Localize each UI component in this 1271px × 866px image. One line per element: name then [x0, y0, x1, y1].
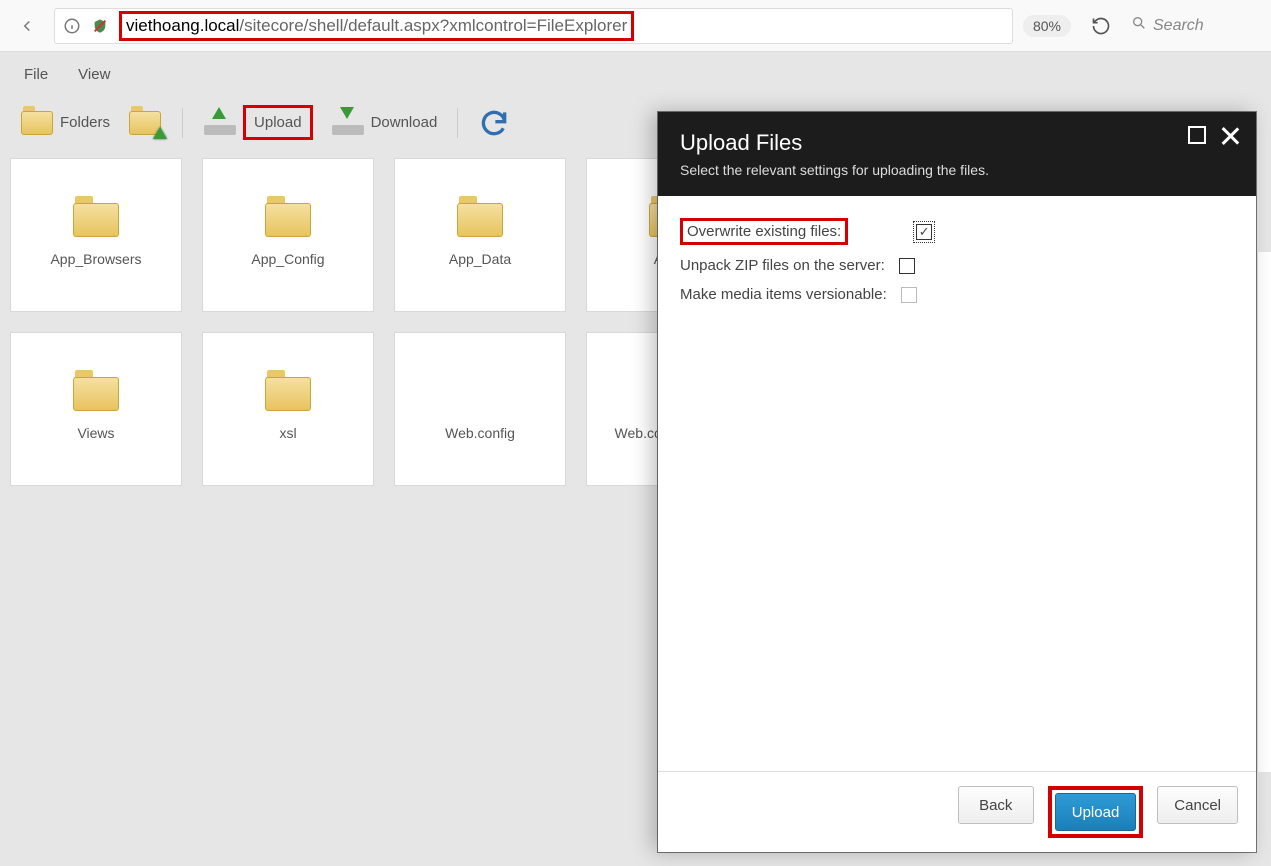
file-tile[interactable]: Web.config — [394, 332, 566, 486]
browser-toolbar: viethoang.local/sitecore/shell/default.a… — [0, 0, 1271, 52]
url-highlight: viethoang.local/sitecore/shell/default.a… — [119, 11, 634, 41]
dialog-footer: Back Upload Cancel — [658, 771, 1256, 852]
folder-tile[interactable]: App_Data — [394, 158, 566, 312]
upload-button-highlight: Upload — [1048, 786, 1144, 838]
search-icon — [1131, 15, 1147, 36]
tile-label: App_Browsers — [50, 251, 141, 267]
folder-icon — [265, 203, 311, 237]
upload-icon — [203, 106, 237, 140]
tile-label: xsl — [279, 425, 296, 441]
upload-button[interactable]: Upload — [1055, 793, 1137, 831]
tile-label: App_Config — [251, 251, 324, 267]
download-icon — [331, 106, 365, 140]
option-overwrite: Overwrite existing files: ✓ — [680, 218, 1234, 245]
dialog-body: Overwrite existing files: ✓ Unpack ZIP f… — [658, 196, 1256, 771]
tile-label: Views — [77, 425, 114, 441]
dialog-header: Upload Files Select the relevant setting… — [658, 112, 1256, 196]
cancel-button[interactable]: Cancel — [1157, 786, 1238, 824]
toolbar-upload[interactable]: Upload — [197, 101, 319, 144]
unpack-label: Unpack ZIP files on the server: — [680, 257, 885, 274]
toolbar-upload-label: Upload — [254, 114, 302, 131]
folder-icon — [457, 203, 503, 237]
url-host: viethoang.local — [126, 16, 239, 35]
menu-file[interactable]: File — [24, 66, 48, 83]
unpack-checkbox[interactable] — [899, 258, 915, 274]
dialog-title: Upload Files — [680, 130, 1234, 156]
option-unpack: Unpack ZIP files on the server: — [680, 257, 1234, 274]
toolbar-folder-up[interactable] — [122, 102, 168, 144]
toolbar-refresh[interactable] — [472, 103, 516, 143]
folder-up-icon — [128, 106, 162, 140]
toolbar-download-label: Download — [371, 114, 438, 131]
maximize-icon[interactable] — [1188, 126, 1206, 144]
versionable-checkbox[interactable] — [901, 287, 917, 303]
folder-icon — [265, 377, 311, 411]
folder-tile[interactable]: App_Browsers — [10, 158, 182, 312]
overwrite-label: Overwrite existing files: — [680, 218, 848, 245]
insecure-icon[interactable] — [89, 15, 111, 37]
back-button[interactable]: Back — [958, 786, 1034, 824]
file-icon — [457, 377, 503, 411]
file-explorer-app: File View Folders Upload Download App_Br… — [0, 52, 1271, 866]
option-versionable: Make media items versionable: — [680, 286, 1234, 303]
versionable-label: Make media items versionable: — [680, 286, 887, 303]
folder-tile[interactable]: App_Config — [202, 158, 374, 312]
search-placeholder: Search — [1153, 17, 1204, 35]
zoom-indicator[interactable]: 80% — [1023, 15, 1071, 37]
toolbar-separator — [457, 108, 458, 138]
folder-tile[interactable]: Views — [10, 332, 182, 486]
site-info-icon[interactable] — [61, 15, 83, 37]
toolbar-folders[interactable]: Folders — [14, 102, 116, 144]
toolbar-folders-label: Folders — [60, 114, 110, 131]
close-icon[interactable] — [1220, 126, 1240, 146]
menubar: File View — [0, 52, 1271, 97]
right-panel-edge — [1257, 252, 1271, 772]
tile-label: Web.config — [445, 425, 515, 441]
folder-tile[interactable]: xsl — [202, 332, 374, 486]
tile-label: App_Data — [449, 251, 511, 267]
url-path: /sitecore/shell/default.aspx?xmlcontrol=… — [239, 16, 627, 35]
overwrite-checkbox[interactable]: ✓ — [916, 224, 932, 240]
upload-highlight: Upload — [243, 105, 313, 140]
address-bar[interactable]: viethoang.local/sitecore/shell/default.a… — [54, 8, 1013, 44]
dialog-subtitle: Select the relevant settings for uploadi… — [680, 162, 1234, 178]
folder-icon — [73, 203, 119, 237]
menu-view[interactable]: View — [78, 66, 110, 83]
upload-dialog: Upload Files Select the relevant setting… — [658, 112, 1256, 852]
browser-search[interactable]: Search — [1131, 15, 1261, 36]
folder-icon — [73, 377, 119, 411]
folder-icon — [20, 106, 54, 140]
reload-button[interactable] — [1081, 16, 1121, 36]
back-button[interactable] — [10, 9, 44, 43]
toolbar-download[interactable]: Download — [325, 102, 444, 144]
toolbar-separator — [182, 108, 183, 138]
